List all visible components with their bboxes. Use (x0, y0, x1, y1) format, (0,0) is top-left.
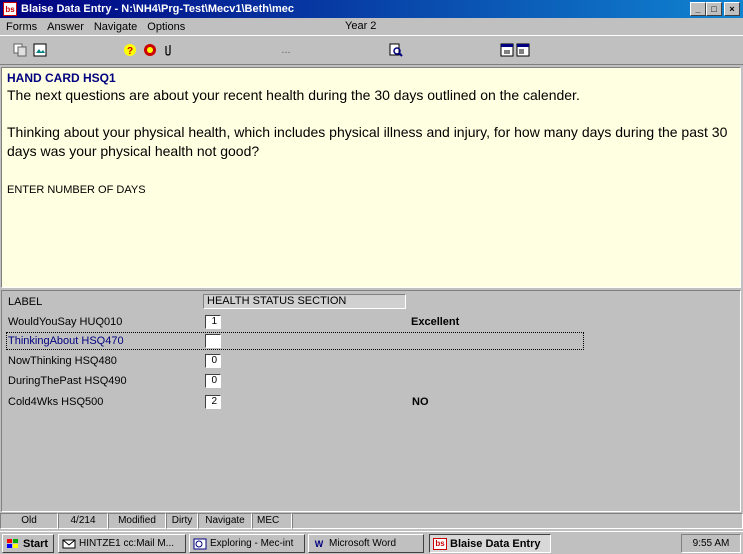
attach-icon[interactable] (161, 43, 175, 57)
copy-icon[interactable] (13, 43, 27, 57)
task-exploring[interactable]: Exploring - Mec-int (189, 534, 305, 553)
status-mode: Navigate (198, 513, 252, 529)
row-label[interactable]: Cold4Wks HSQ500 (8, 394, 103, 410)
system-clock: 9:55 AM (681, 534, 741, 553)
restore-button[interactable]: □ (706, 2, 722, 16)
answer-field[interactable]: 0 (205, 374, 221, 388)
menu-navigate[interactable]: Navigate (88, 21, 141, 33)
status-old: Old (0, 513, 58, 529)
task-word[interactable]: W Microsoft Word (308, 534, 424, 553)
mail-icon (62, 538, 76, 550)
windows-logo-icon (6, 538, 20, 550)
start-label: Start (23, 537, 49, 550)
question-panel: HAND CARD HSQ1 The next questions are ab… (1, 67, 741, 288)
title-bar: bs Blaise Data Entry - N:\NH4\Prg-Test\M… (0, 0, 743, 18)
section-label: HEALTH STATUS SECTION (203, 294, 406, 309)
close-button[interactable]: × (724, 2, 740, 16)
window-alt-icon[interactable] (516, 43, 530, 57)
answer-field[interactable]: 2 (205, 395, 221, 409)
search-doc-icon[interactable] (389, 43, 403, 57)
start-button[interactable]: Start (2, 534, 54, 553)
help-icon[interactable]: ? (123, 43, 137, 57)
blaise-app-icon[interactable]: bs (3, 2, 17, 16)
status-bar: Old 4/214 Modified Dirty Navigate MEC (0, 513, 743, 529)
status-dirty: Dirty (166, 513, 198, 529)
toolbar: ? ... (0, 35, 743, 65)
row-label[interactable]: DuringThePast HSQ490 (8, 373, 127, 389)
question-intro: The next questions are about your recent… (7, 87, 580, 103)
row-label-current[interactable]: ThinkingAbout HSQ470 (8, 333, 124, 349)
wave-status: Year 2 (345, 20, 377, 32)
label-caption: LABEL (8, 296, 43, 308)
menu-options[interactable]: Options (141, 21, 189, 33)
ellipsis-icon[interactable]: ... (279, 43, 293, 57)
status-instrument: MEC (252, 513, 292, 529)
taskbar: Start HINTZE1 cc:Mail M... Exploring - M… (0, 531, 743, 554)
word-icon: W (314, 538, 324, 549)
task-blaise[interactable]: bs Blaise Data Entry (429, 534, 551, 553)
minimize-button[interactable]: _ (690, 2, 706, 16)
task-label: Blaise Data Entry (450, 537, 541, 550)
window-icon[interactable] (500, 43, 514, 57)
task-label: HINTZE1 cc:Mail M... (79, 538, 175, 549)
menu-bar: Forms Answer Navigate Options Year 2 (0, 18, 743, 35)
answer-field-current[interactable] (205, 334, 221, 348)
question-text: Thinking about your physical health, whi… (7, 124, 728, 159)
explorer-icon (193, 538, 207, 550)
status-modified: Modified (108, 513, 166, 529)
answer-text: Excellent (411, 316, 460, 328)
question-title: HAND CARD HSQ1 (7, 71, 116, 85)
menu-answer[interactable]: Answer (41, 21, 88, 33)
answer-field[interactable]: 1 (205, 315, 221, 329)
task-label: Exploring - Mec-int (210, 538, 294, 549)
task-label: Microsoft Word (329, 538, 397, 549)
answer-field[interactable]: 0 (205, 354, 221, 368)
row-label[interactable]: WouldYouSay HUQ010 (8, 314, 122, 330)
interviewer-instruction: ENTER NUMBER OF DAYS (7, 184, 146, 196)
answer-text: NO (412, 396, 429, 408)
menu-forms[interactable]: Forms (0, 21, 41, 33)
row-label[interactable]: NowThinking HSQ480 (8, 353, 117, 369)
task-ccmail[interactable]: HINTZE1 cc:Mail M... (58, 534, 186, 553)
picture-icon[interactable] (33, 43, 47, 57)
status-empty (292, 513, 743, 529)
stop-icon[interactable] (143, 43, 157, 57)
window-controls: _ □ × (690, 2, 740, 16)
status-position: 4/214 (58, 513, 108, 529)
window-title: Blaise Data Entry - N:\NH4\Prg-Test\Mecv… (21, 3, 295, 15)
form-panel: LABEL HEALTH STATUS SECTION WouldYouSay … (1, 290, 741, 512)
svg-text:?: ? (127, 46, 133, 57)
blaise-icon: bs (433, 537, 447, 550)
